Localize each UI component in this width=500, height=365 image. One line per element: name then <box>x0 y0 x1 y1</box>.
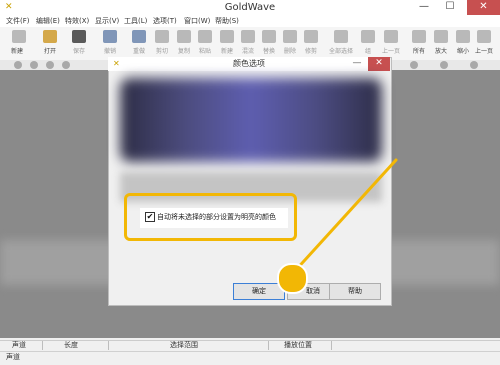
status-length-label: 长度 <box>64 341 78 349</box>
status-position-label: 播放位置 <box>284 341 312 349</box>
status-separator <box>108 341 109 350</box>
status-separator <box>42 341 43 350</box>
pointer-line <box>292 158 398 274</box>
status-bar <box>0 351 500 365</box>
status-separator <box>268 341 269 350</box>
status-separator <box>331 341 332 350</box>
status-channel-value: 声道 <box>6 353 20 361</box>
annotation-dot <box>277 263 308 294</box>
annotation-pointer <box>292 158 398 274</box>
status-channel-label: 声道 <box>12 341 26 349</box>
status-selection-label: 选择范围 <box>170 341 198 349</box>
